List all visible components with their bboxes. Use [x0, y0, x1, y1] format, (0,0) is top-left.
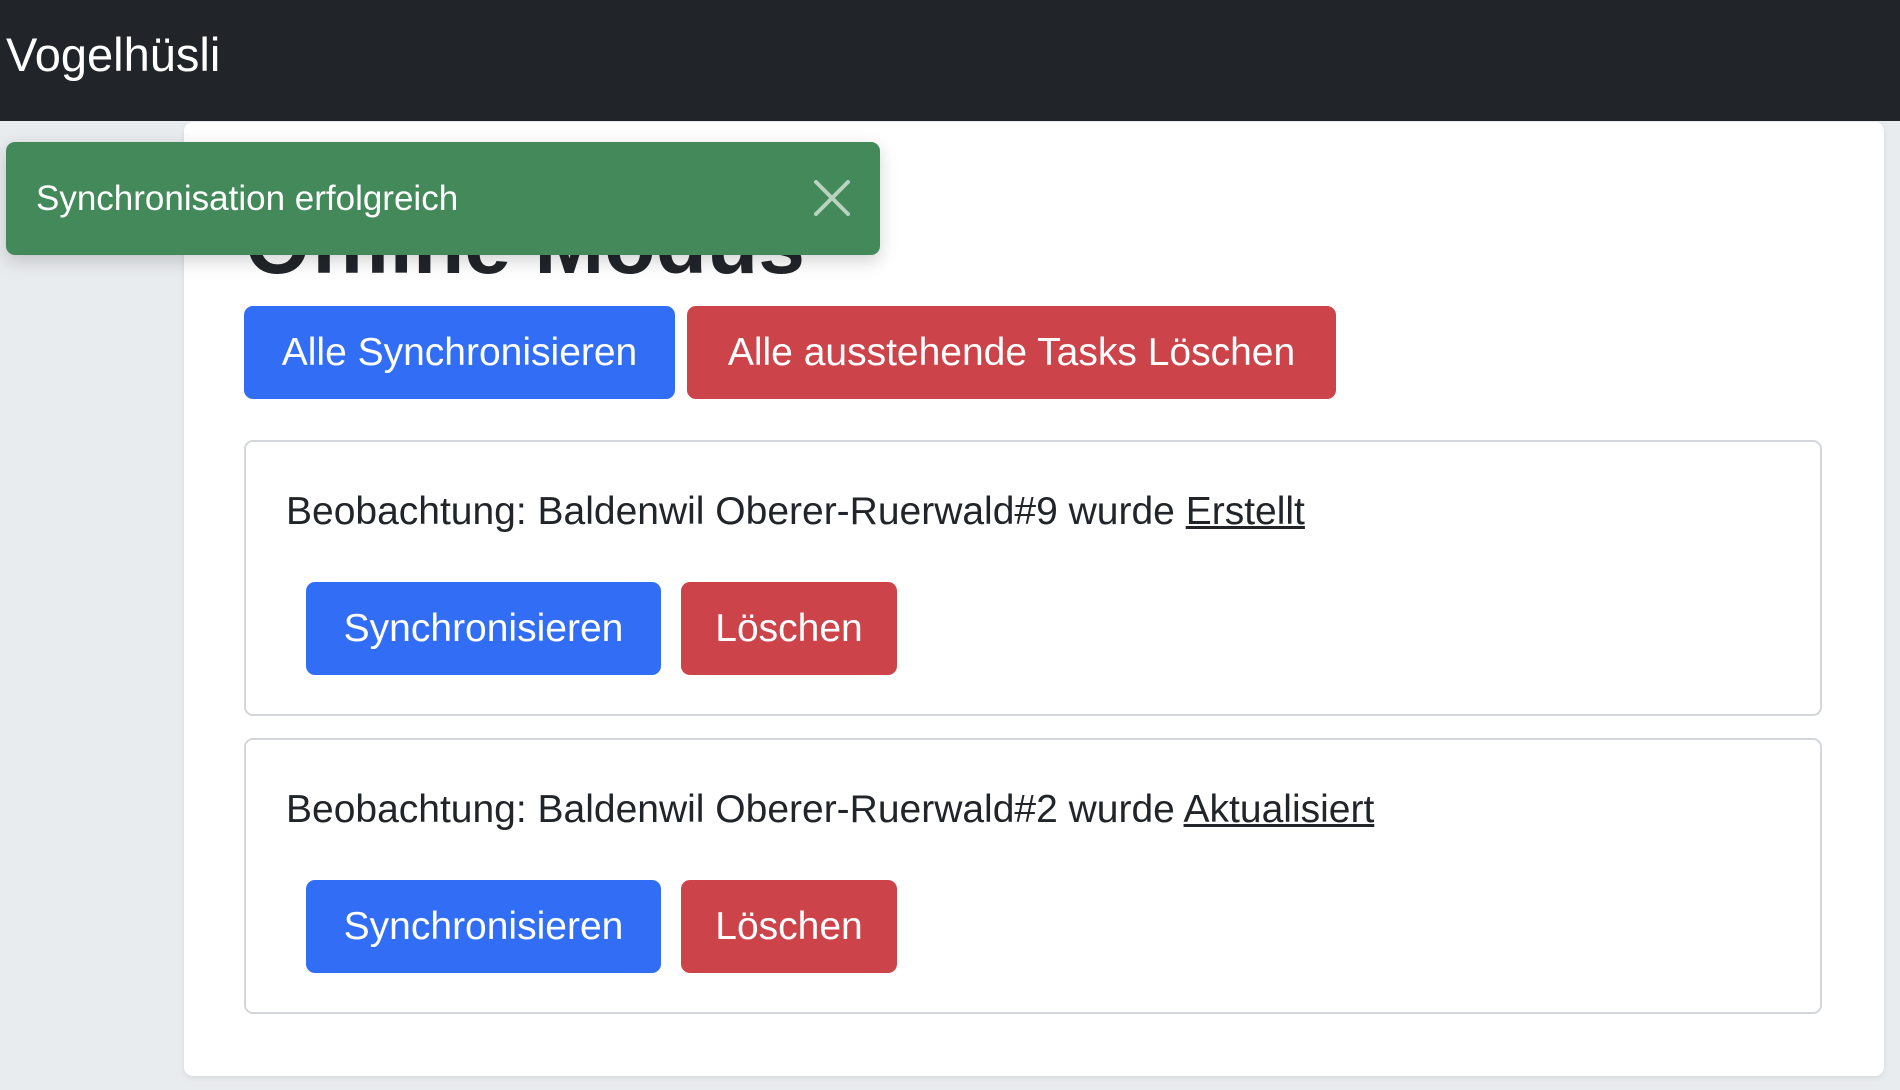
- toast-message: Synchronisation erfolgreich: [36, 179, 459, 218]
- sync-all-button[interactable]: Alle Synchronisieren: [244, 306, 675, 399]
- sync-button[interactable]: Synchronisieren: [306, 880, 661, 973]
- task-action-link[interactable]: Aktualisiert: [1184, 788, 1375, 831]
- task-card: Beobachtung: Baldenwil Oberer-Ruerwald#2…: [244, 738, 1822, 1014]
- navbar: Vogelhüsli: [0, 0, 1900, 121]
- task-description: Beobachtung: Baldenwil Oberer-Ruerwald#9…: [286, 488, 1305, 536]
- delete-button[interactable]: Löschen: [681, 582, 897, 675]
- navbar-brand[interactable]: Vogelhüsli: [6, 0, 220, 109]
- success-toast: Synchronisation erfolgreich: [6, 142, 880, 255]
- task-text: Beobachtung: Baldenwil Oberer-Ruerwald#2…: [286, 788, 1175, 831]
- task-card: Beobachtung: Baldenwil Oberer-Ruerwald#9…: [244, 440, 1822, 716]
- task-text: Beobachtung: Baldenwil Oberer-Ruerwald#9…: [286, 490, 1175, 533]
- main-card: Offline Modus Alle Synchronisieren Alle …: [184, 122, 1884, 1076]
- task-action-link[interactable]: Erstellt: [1186, 490, 1305, 533]
- delete-all-pending-button[interactable]: Alle ausstehende Tasks Löschen: [687, 306, 1336, 399]
- close-icon[interactable]: [810, 176, 854, 220]
- sync-button[interactable]: Synchronisieren: [306, 582, 661, 675]
- delete-button[interactable]: Löschen: [681, 880, 897, 973]
- task-description: Beobachtung: Baldenwil Oberer-Ruerwald#2…: [286, 786, 1374, 834]
